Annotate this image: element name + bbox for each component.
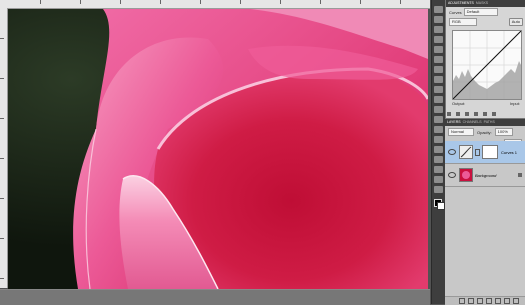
history-brush-tool-icon[interactable] xyxy=(434,96,443,103)
eyedropper-tool-icon[interactable] xyxy=(434,56,443,63)
quick-select-tool-icon[interactable] xyxy=(434,36,443,43)
background-color-swatch[interactable] xyxy=(437,202,445,210)
layer-name[interactable]: Curves 1 xyxy=(501,150,517,155)
tab-channels[interactable]: CHANNELS xyxy=(463,119,482,126)
adjustment-layer-icon[interactable] xyxy=(486,298,492,304)
document-canvas[interactable] xyxy=(8,9,428,289)
curves-preset-row: Curves Default xyxy=(446,7,525,17)
adjustments-tabs: ADJUSTMENTS MASKS xyxy=(446,0,525,7)
zoom-tool-icon[interactable] xyxy=(434,186,443,193)
mask-icon[interactable] xyxy=(477,298,483,304)
status-bar xyxy=(0,289,430,305)
tab-masks[interactable]: MASKS xyxy=(476,0,488,7)
hand-tool-icon[interactable] xyxy=(434,176,443,183)
preset-select[interactable]: Default xyxy=(463,8,498,16)
output-label: Output: xyxy=(452,101,466,106)
layers-panel: LAYERS CHANNELS PATHS Normal Opacity: 10… xyxy=(445,118,525,305)
curves-label: Curves xyxy=(449,9,462,15)
channel-row: RGB Auto xyxy=(446,17,525,27)
tab-paths[interactable]: PATHS xyxy=(484,119,495,126)
tab-adjustments[interactable]: ADJUSTMENTS xyxy=(448,0,474,7)
shape-tool-icon[interactable] xyxy=(434,166,443,173)
trash-icon[interactable] xyxy=(492,111,496,116)
eye-icon[interactable] xyxy=(448,172,456,178)
type-tool-icon[interactable] xyxy=(434,146,443,153)
curves-plot xyxy=(452,30,522,100)
layer-mask-thumbnail[interactable] xyxy=(482,145,498,159)
tools-panel xyxy=(431,0,445,304)
auto-button[interactable]: Auto xyxy=(508,18,523,26)
fx-icon[interactable] xyxy=(468,298,474,304)
group-icon[interactable] xyxy=(495,298,501,304)
curves-graph[interactable] xyxy=(452,30,522,100)
vertical-ruler xyxy=(0,8,8,288)
blend-mode-select[interactable]: Normal xyxy=(448,128,474,136)
link-layers-icon[interactable] xyxy=(459,298,465,304)
chain-link-icon[interactable] xyxy=(475,148,480,156)
adjustments-footer xyxy=(447,110,523,117)
opacity-label: Opacity: xyxy=(477,129,492,135)
brush-tool-icon[interactable] xyxy=(434,76,443,83)
new-layer-icon[interactable] xyxy=(504,298,510,304)
blend-opacity-row: Normal Opacity: 100% xyxy=(445,126,525,138)
channel-select[interactable]: RGB xyxy=(449,18,477,26)
tab-layers[interactable]: LAYERS xyxy=(447,119,461,126)
clone-stamp-tool-icon[interactable] xyxy=(434,86,443,93)
dodge-tool-icon[interactable] xyxy=(434,126,443,133)
healing-tool-icon[interactable] xyxy=(434,66,443,73)
curves-adjustment-icon xyxy=(459,145,473,159)
layer-row-curves[interactable]: Curves 1 xyxy=(445,141,525,164)
photoshop-window: ADJUSTMENTS MASKS Curves Default RGB Aut… xyxy=(0,0,525,305)
layer-row-background[interactable]: Background xyxy=(445,164,525,187)
return-icon[interactable] xyxy=(447,111,451,116)
move-tool-icon[interactable] xyxy=(434,6,443,13)
background-thumbnail xyxy=(459,168,473,182)
layer-name[interactable]: Background xyxy=(475,173,496,178)
clip-icon[interactable] xyxy=(456,111,460,116)
previous-state-icon[interactable] xyxy=(474,111,478,116)
reset-icon[interactable] xyxy=(483,111,487,116)
path-select-tool-icon[interactable] xyxy=(434,156,443,163)
input-label: Input: xyxy=(509,101,520,106)
trash-icon[interactable] xyxy=(513,298,519,304)
layers-tabs: LAYERS CHANNELS PATHS xyxy=(445,119,525,126)
eye-icon[interactable] xyxy=(448,149,456,155)
opacity-input[interactable]: 100% xyxy=(494,128,513,136)
horizontal-ruler xyxy=(0,0,430,9)
lock-icon xyxy=(518,173,522,177)
gradient-tool-icon[interactable] xyxy=(434,116,443,123)
tulip-photo xyxy=(8,9,428,289)
output-input-row: Output: Input: xyxy=(452,101,520,106)
marquee-tool-icon[interactable] xyxy=(434,16,443,23)
lasso-tool-icon[interactable] xyxy=(434,26,443,33)
pen-tool-icon[interactable] xyxy=(434,136,443,143)
eraser-tool-icon[interactable] xyxy=(434,106,443,113)
visibility-icon[interactable] xyxy=(465,111,469,116)
crop-tool-icon[interactable] xyxy=(434,46,443,53)
